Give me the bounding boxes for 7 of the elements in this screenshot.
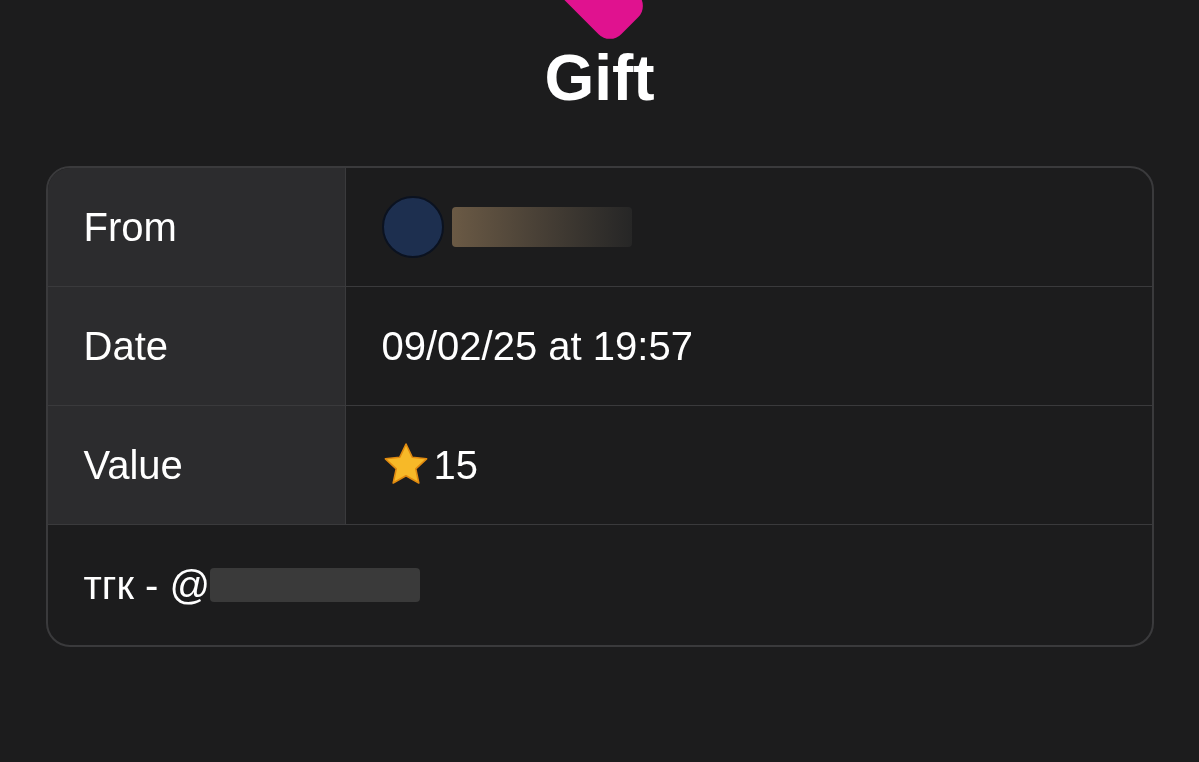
label-cell: Value [47, 406, 346, 524]
label-cell: Date [47, 287, 346, 405]
value-amount: 15 [433, 442, 478, 489]
date-value: 09/02/25 at 19:57 [381, 323, 693, 370]
label-cell: From [47, 168, 346, 286]
gift-title: Gift [544, 46, 655, 110]
channel-note: тгк - @ [83, 562, 211, 609]
